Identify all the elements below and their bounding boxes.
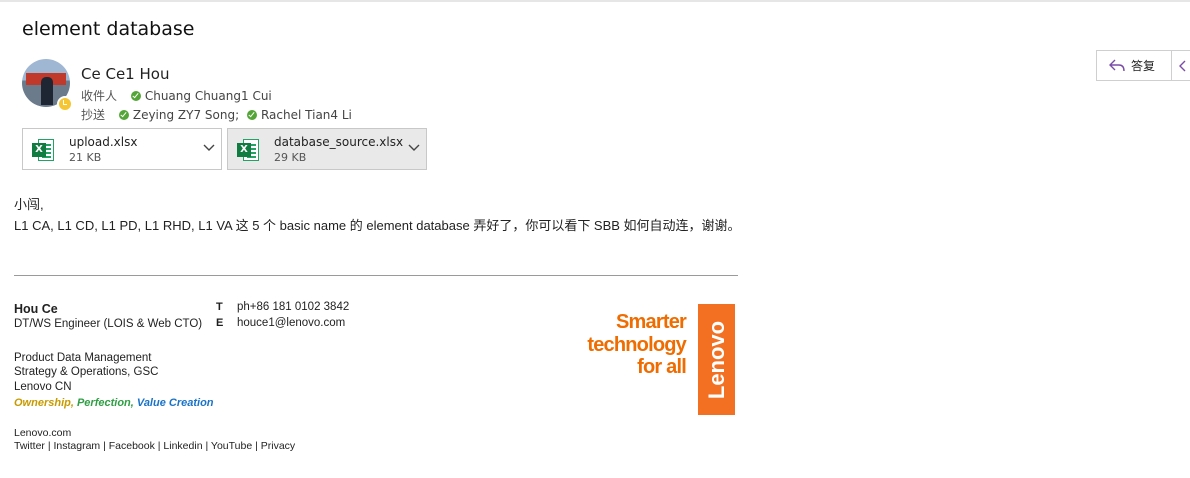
chevron-down-icon[interactable] <box>203 144 215 152</box>
reply-label: 答复 <box>1131 59 1156 73</box>
to-label: 收件人 <box>81 89 118 103</box>
reply-all-button[interactable] <box>1172 50 1190 81</box>
cc-line: 抄送 Zeying ZY7 Song; Rachel Tian4 Li <box>81 106 352 123</box>
presence-available-icon <box>246 110 257 120</box>
signature-motto: Ownership, Perfection, Value Creation <box>14 397 214 409</box>
body-text: L1 CA, L1 CD, L1 PD, L1 RHD, L1 VA 这 5 个… <box>14 218 741 233</box>
presence-available-icon <box>118 110 129 120</box>
link-youtube[interactable]: YouTube <box>211 440 252 452</box>
presence-available-icon <box>130 91 141 101</box>
lenovo-logo: Lenovo <box>698 304 735 415</box>
presence-away-icon <box>57 96 73 112</box>
lenovo-tagline-logo: Smarter technology for all <box>587 311 686 378</box>
attachment-name: database_source.xlsx <box>274 135 404 149</box>
attachment-name: upload.xlsx <box>69 135 138 149</box>
signature-dept: Product Data Management <box>14 352 152 364</box>
email-label: E <box>216 317 224 329</box>
cc-label: 抄送 <box>81 108 106 122</box>
attachment-upload[interactable]: X upload.xlsx 21 KB <box>22 128 222 170</box>
to-line: 收件人 Chuang Chuang1 Cui <box>81 87 272 104</box>
reply-button[interactable]: 答复 <box>1096 50 1172 81</box>
excel-file-icon: X <box>237 139 259 161</box>
link-facebook[interactable]: Facebook <box>109 440 155 452</box>
excel-file-icon: X <box>32 139 54 161</box>
signature-email[interactable]: houce1@lenovo.com <box>237 317 345 329</box>
top-divider <box>0 0 1190 2</box>
signature-phone: ph+86 181 0102 3842 <box>237 301 350 313</box>
link-linkedin[interactable]: Linkedin <box>163 440 202 452</box>
cc-recipient[interactable]: Zeying ZY7 Song; <box>133 108 239 122</box>
signature-divider <box>14 275 738 276</box>
attachment-size: 29 KB <box>274 151 307 164</box>
motto-word: Ownership, <box>14 397 74 409</box>
signature-name: Hou Ce <box>14 302 58 316</box>
signature-dept: Strategy & Operations, GSC <box>14 366 159 378</box>
reply-icon <box>1109 59 1125 71</box>
link-twitter[interactable]: Twitter <box>14 440 45 452</box>
sender-name[interactable]: Ce Ce1 Hou <box>81 65 169 83</box>
signature-site-link[interactable]: Lenovo.com <box>14 427 71 439</box>
phone-label: T <box>216 301 223 313</box>
link-privacy[interactable]: Privacy <box>261 440 295 452</box>
body-greeting: 小闯, <box>14 197 44 212</box>
email-subject: element database <box>22 18 195 40</box>
cc-recipient[interactable]: Rachel Tian4 Li <box>261 108 352 122</box>
social-links: Twitter | Instagram | Facebook | Linkedi… <box>14 440 296 452</box>
attachment-size: 21 KB <box>69 151 102 164</box>
motto-word: Value Creation <box>136 397 214 409</box>
signature-dept: Lenovo CN <box>14 381 72 393</box>
to-recipient[interactable]: Chuang Chuang1 Cui <box>145 89 272 103</box>
link-instagram[interactable]: Instagram <box>53 440 100 452</box>
signature-title: DT/WS Engineer (LOIS & Web CTO) <box>14 318 203 330</box>
reply-all-icon <box>1179 60 1186 72</box>
chevron-down-icon[interactable] <box>408 144 420 152</box>
motto-word: Perfection, <box>76 397 134 409</box>
attachment-database-source[interactable]: X database_source.xlsx 29 KB <box>227 128 427 170</box>
